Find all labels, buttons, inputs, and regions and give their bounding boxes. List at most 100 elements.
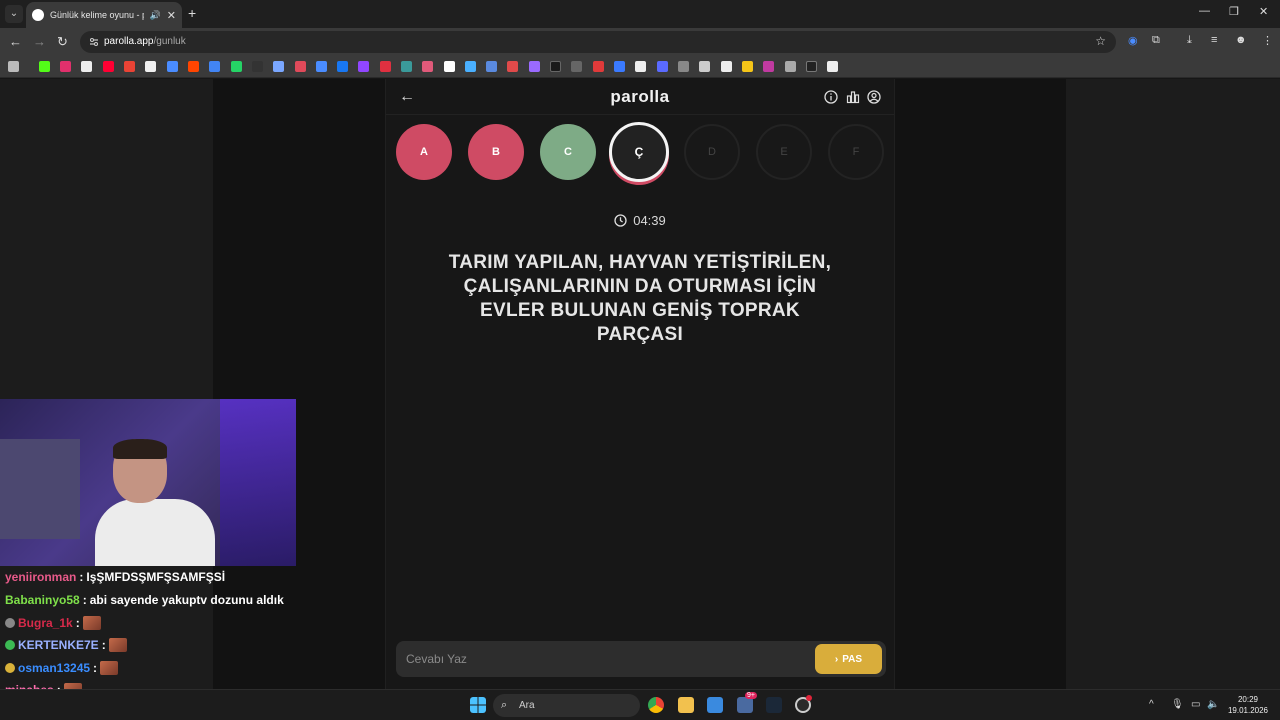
bookmark-star-icon[interactable]: ☆	[1095, 34, 1106, 48]
menu-icon[interactable]: ⋮	[1262, 34, 1273, 47]
chat-message: Bugra_1k :	[5, 616, 101, 630]
clock-time: 20:29	[1237, 695, 1259, 704]
profile-avatar[interactable]: ☻	[1235, 34, 1247, 46]
forward-icon[interactable]: →	[33, 34, 46, 50]
bookmark-icon[interactable]	[380, 61, 391, 72]
letter-circle-c-cedilla-active: Ç	[609, 122, 669, 182]
bookmark-twitch-icon[interactable]	[358, 61, 369, 72]
bookmark-icon[interactable]	[571, 61, 582, 72]
site-info-icon[interactable]	[88, 36, 100, 48]
chat-username: yeniironman	[5, 570, 77, 584]
bookmarks-bar	[0, 56, 1280, 78]
clock-icon	[614, 214, 627, 227]
bookmark-youtube-icon[interactable]	[103, 61, 114, 72]
bookmark-instagram-icon[interactable]	[60, 61, 71, 72]
bookmark-whatsapp-icon[interactable]	[231, 61, 242, 72]
pass-button-label: PAS	[842, 653, 863, 665]
webcam-overlay	[0, 399, 296, 566]
photos-icon[interactable]	[707, 697, 723, 713]
url-text: parolla.app/gunluk	[104, 36, 186, 47]
apps-grid-icon[interactable]	[8, 61, 19, 72]
close-tab-icon[interactable]: ✕	[167, 9, 176, 22]
bookmark-icon[interactable]	[614, 61, 625, 72]
chat-message: KERTENKE7E :	[5, 638, 127, 652]
bookmark-icon[interactable]	[806, 61, 817, 72]
bookmark-google-icon[interactable]	[145, 61, 156, 72]
bookmark-icon[interactable]	[507, 61, 518, 72]
bookmark-icon[interactable]	[827, 61, 838, 72]
bookmark-icon[interactable]	[401, 61, 412, 72]
info-icon[interactable]	[824, 90, 838, 104]
network-icon[interactable]: ▭	[1191, 699, 1200, 710]
bookmark-icon[interactable]	[593, 61, 604, 72]
extensions-puzzle-icon[interactable]: ⧉	[1152, 34, 1160, 47]
bookmark-icon[interactable]	[678, 61, 689, 72]
bookmark-icon[interactable]	[785, 61, 796, 72]
speaker-icon[interactable]: 🔊	[150, 10, 161, 21]
address-bar[interactable]: parolla.app/gunluk ☆	[80, 31, 1116, 53]
new-tab-button[interactable]: +	[188, 5, 196, 21]
stats-icon[interactable]	[846, 90, 860, 104]
bookmark-reddit-icon[interactable]	[188, 61, 199, 72]
file-explorer-icon[interactable]	[678, 697, 694, 713]
bookmark-icon[interactable]	[742, 61, 753, 72]
microphone-icon[interactable]: 🎙	[1171, 699, 1184, 710]
system-clock[interactable]: 20:29 19.01.2026	[1226, 694, 1270, 716]
bookmark-icon[interactable]	[167, 61, 178, 72]
back-icon[interactable]: ←	[9, 34, 22, 50]
volume-icon[interactable]: 🔈	[1207, 699, 1219, 710]
bookmark-icon[interactable]	[444, 61, 455, 72]
bookmark-icon[interactable]	[486, 61, 497, 72]
bookmark-icon[interactable]	[422, 61, 433, 72]
letter-circle-b: B	[468, 124, 524, 180]
app-header: ← parolla	[386, 79, 894, 115]
bookmark-icon[interactable]	[295, 61, 306, 72]
chat-separator: :	[79, 570, 84, 584]
pass-button[interactable]: › PAS	[815, 644, 882, 674]
bookmark-kick-icon[interactable]	[39, 61, 50, 72]
answer-input[interactable]	[406, 650, 786, 668]
minimize-icon[interactable]: —	[1199, 5, 1210, 17]
search-label: Ara	[519, 700, 535, 711]
bookmark-icon[interactable]	[273, 61, 284, 72]
tab-search-button[interactable]: ⌄	[5, 5, 23, 23]
user-icon[interactable]	[867, 90, 881, 104]
download-icon[interactable]: ⤓	[1187, 34, 1192, 47]
bookmark-icon[interactable]	[763, 61, 774, 72]
bookmark-x-icon[interactable]	[81, 61, 92, 72]
chat-message: Babaninyo58 : abi sayende yakuptv dozunu…	[5, 593, 284, 607]
streamer-shirt	[95, 499, 215, 566]
timer-value: 04:39	[633, 213, 666, 228]
chat-separator: :	[93, 661, 98, 675]
tray-overflow-icon[interactable]: ^	[1149, 699, 1154, 710]
parolla-app: ← parolla A B C Ç D E F 04:39 TARIM YAPI…	[385, 79, 895, 689]
windows-start-icon[interactable]	[470, 697, 486, 713]
bookmark-icon[interactable]	[635, 61, 646, 72]
taskbar-search[interactable]: ⌕ Ara	[493, 694, 640, 717]
notification-badge: 9+	[745, 692, 757, 699]
bookmark-icon[interactable]	[465, 61, 476, 72]
bookmark-facebook-icon[interactable]	[337, 61, 348, 72]
bookmark-icon[interactable]	[699, 61, 710, 72]
bookmark-icon[interactable]	[316, 61, 327, 72]
restore-icon[interactable]: ❐	[1229, 5, 1239, 18]
browser-tab[interactable]: Günlük kelime oyunu - par 🔊 ✕	[26, 2, 182, 28]
chrome-icon[interactable]	[648, 697, 664, 713]
media-control-icon[interactable]: ≡	[1211, 34, 1217, 46]
bookmark-translate-icon[interactable]	[209, 61, 220, 72]
app-icon[interactable]	[737, 697, 753, 713]
bookmark-icon[interactable]	[252, 61, 263, 72]
extension-icon[interactable]: ◉	[1128, 34, 1138, 47]
bookmark-gmail-icon[interactable]	[124, 61, 135, 72]
bookmark-icon[interactable]	[550, 61, 561, 72]
bookmark-icon[interactable]	[529, 61, 540, 72]
close-window-icon[interactable]: ✕	[1259, 5, 1268, 18]
chat-text: abi sayende yakuptv dozunu aldık	[89, 593, 284, 607]
bookmark-icon[interactable]	[657, 61, 668, 72]
reload-icon[interactable]: ↻	[57, 34, 68, 50]
steam-icon[interactable]	[766, 697, 782, 713]
chat-text: IşŞMFDSŞMFŞSAMFŞSİ	[86, 570, 226, 584]
bookmark-icon[interactable]	[721, 61, 732, 72]
emote-icon	[100, 661, 119, 675]
clock-date: 19.01.2026	[1227, 706, 1269, 715]
